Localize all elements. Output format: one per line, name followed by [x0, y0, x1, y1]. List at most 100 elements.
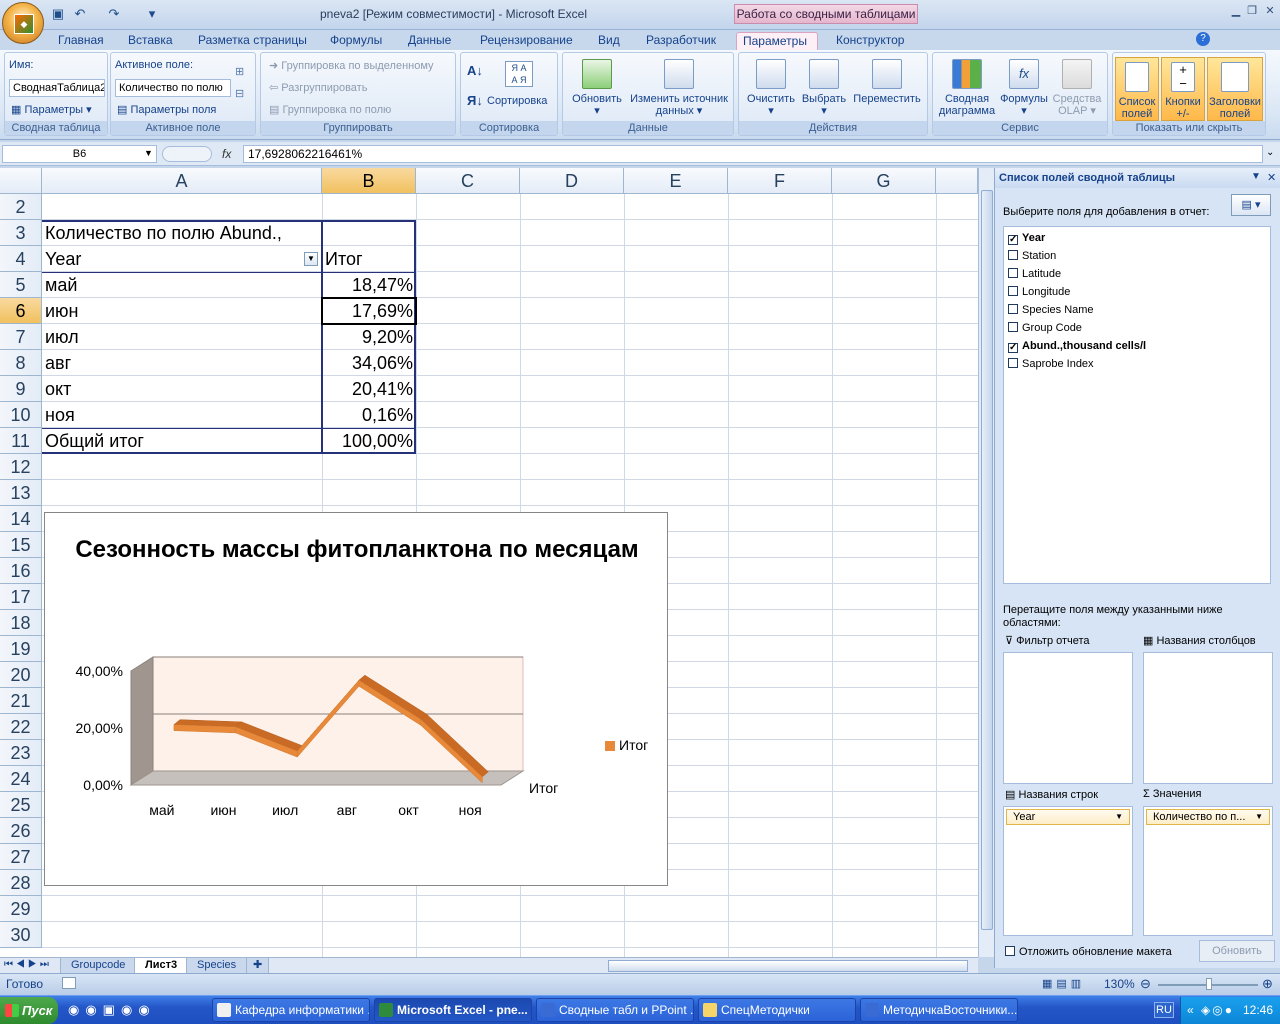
row-header-12[interactable]: 12 — [0, 454, 42, 480]
quick-launch-icons[interactable]: ◉◉▣◉◉ — [68, 1002, 156, 1018]
row-header-9[interactable]: 9 — [0, 376, 42, 402]
row-header-29[interactable]: 29 — [0, 896, 42, 922]
clear-button[interactable]: Очистить ▾ — [743, 59, 799, 117]
column-header-b[interactable]: B — [322, 168, 416, 194]
sheet-tab-list3[interactable]: Лист3 — [134, 958, 189, 974]
field-item[interactable]: Longitude — [1008, 283, 1070, 301]
field-item[interactable]: Latitude — [1008, 265, 1061, 283]
save-icon[interactable]: ▣ — [50, 6, 66, 22]
field-item[interactable]: Species Name — [1008, 301, 1094, 319]
field-list-button[interactable]: Список полей — [1115, 57, 1159, 121]
row-header-4[interactable]: 4 — [0, 246, 42, 272]
tray-icons[interactable]: ◈◎● — [1201, 997, 1234, 1024]
pane-close-icon[interactable]: ✕ — [1267, 171, 1276, 184]
customize-qat-icon[interactable]: ▾ — [144, 6, 160, 22]
group-field-button[interactable]: ▤ Группировка по полю — [269, 103, 391, 116]
name-box-dropdown-icon[interactable]: ▼ — [144, 148, 153, 158]
sort-za-icon[interactable]: Я↓ — [467, 93, 483, 108]
sheet-tab-groupcode[interactable]: Groupcode — [60, 958, 137, 974]
change-source-button[interactable]: Изменить источник данных ▾ — [627, 59, 731, 117]
value-field-count[interactable]: Количество по п... ▼ — [1146, 809, 1270, 825]
select-button[interactable]: Выбрать ▾ — [799, 59, 849, 117]
zoom-in-icon[interactable]: ⊕ — [1262, 976, 1273, 992]
formula-bar-handle[interactable] — [162, 146, 212, 162]
pivot-params-button[interactable]: ▦ Параметры ▾ — [11, 103, 92, 116]
column-header-g[interactable]: G — [832, 168, 936, 194]
pivot-row-label-cell[interactable]: окт — [42, 376, 322, 402]
tab-options[interactable]: Параметры — [736, 32, 818, 50]
row-header-18[interactable]: 18 — [0, 610, 42, 636]
row-header-19[interactable]: 19 — [0, 636, 42, 662]
row-header-2[interactable]: 2 — [0, 194, 42, 220]
pivot-value-cell[interactable]: 34,06% — [322, 350, 416, 376]
pivot-row-label-cell[interactable]: ноя — [42, 402, 322, 428]
column-labels-area[interactable] — [1143, 652, 1273, 784]
formulas-button[interactable]: fx Формулы ▾ — [999, 59, 1049, 117]
close-icon[interactable]: ✕ — [1262, 4, 1278, 18]
row-header-23[interactable]: 23 — [0, 740, 42, 766]
grand-total-value[interactable]: 100,00% — [322, 428, 416, 454]
row-header-25[interactable]: 25 — [0, 792, 42, 818]
sheet-nav-icons[interactable]: ⏮◀▶⏭ — [4, 959, 52, 970]
ungroup-button[interactable]: ⇦ Разгруппировать — [269, 81, 367, 94]
field-item[interactable]: Group Code — [1008, 319, 1082, 337]
chart-legend[interactable]: Итог — [605, 737, 648, 753]
row-header-3[interactable]: 3 — [0, 220, 42, 246]
tab-page-layout[interactable]: Разметка страницы — [192, 32, 313, 50]
tab-data[interactable]: Данные — [402, 32, 457, 50]
tab-formulas[interactable]: Формулы — [324, 32, 388, 50]
sort-az-icon[interactable]: A↓ — [467, 63, 483, 78]
expand-field-icon[interactable]: ⊞ — [235, 65, 244, 78]
tab-review[interactable]: Рецензирование — [474, 32, 579, 50]
name-box[interactable]: B6 — [2, 145, 157, 163]
task-item[interactable]: МетодичкаВосточники... — [860, 998, 1018, 1022]
column-header-c[interactable]: C — [416, 168, 520, 194]
row-header-22[interactable]: 22 — [0, 714, 42, 740]
pivot-chart-button[interactable]: Сводная диаграмма — [935, 59, 999, 117]
group-selection-button[interactable]: ➜ Группировка по выделенному — [269, 59, 434, 72]
olap-tools-button[interactable]: Средства OLAP ▾ — [1049, 59, 1105, 117]
pivot-row-label[interactable]: Year — [42, 246, 322, 272]
row-header-21[interactable]: 21 — [0, 688, 42, 714]
sort-button[interactable]: Сортировка — [487, 95, 547, 107]
zoom-slider-thumb[interactable] — [1206, 978, 1212, 990]
task-item[interactable]: Кафедра информатики ... — [212, 998, 370, 1022]
update-button[interactable]: Обновить — [1199, 940, 1275, 962]
tab-design[interactable]: Конструктор — [830, 32, 910, 50]
expand-formula-icon[interactable]: ⌄ — [1266, 147, 1274, 158]
tab-developer[interactable]: Разработчик — [640, 32, 722, 50]
move-button[interactable]: Переместить — [849, 59, 925, 105]
tab-view[interactable]: Вид — [592, 32, 626, 50]
pivot-name-input[interactable]: СводнаяТаблица2 — [9, 79, 105, 97]
row-header-7[interactable]: 7 — [0, 324, 42, 350]
row-header-27[interactable]: 27 — [0, 844, 42, 870]
layout-options-button[interactable]: ▤ ▾ — [1231, 194, 1271, 216]
field-item[interactable]: Saprobe Index — [1008, 355, 1094, 373]
pivot-row-label-cell[interactable]: авг — [42, 350, 322, 376]
row-header-28[interactable]: 28 — [0, 870, 42, 896]
language-indicator[interactable]: RU — [1154, 1002, 1174, 1018]
pivot-value-header[interactable]: Количество по полю Abund., — [42, 220, 322, 246]
zoom-level[interactable]: 130% — [1104, 977, 1135, 991]
row-header-13[interactable]: 13 — [0, 480, 42, 506]
row-field-year[interactable]: Year ▼ — [1006, 809, 1130, 825]
view-buttons[interactable]: ▦▤▥ — [1042, 977, 1102, 991]
redo-icon[interactable]: ↷ — [106, 6, 122, 22]
pivot-row-label-cell[interactable]: июн — [42, 298, 322, 324]
row-header-14[interactable]: 14 — [0, 506, 42, 532]
insert-sheet-icon[interactable]: ✚ — [246, 958, 270, 974]
row-header-5[interactable]: 5 — [0, 272, 42, 298]
macro-record-icon[interactable] — [62, 977, 76, 989]
pivot-value-cell[interactable]: 18,47% — [322, 272, 416, 298]
row-header-16[interactable]: 16 — [0, 558, 42, 584]
pane-menu-icon[interactable]: ▼ — [1251, 171, 1261, 182]
field-headers-button[interactable]: Заголовки полей — [1207, 57, 1263, 121]
pivot-value-cell[interactable]: 20,41% — [322, 376, 416, 402]
collapse-field-icon[interactable]: ⊟ — [235, 87, 244, 100]
pivot-value-cell[interactable]: 9,20% — [322, 324, 416, 350]
pivot-value-cell[interactable]: 17,69% — [322, 298, 416, 324]
tab-insert[interactable]: Вставка — [122, 32, 179, 50]
tab-home[interactable]: Главная — [52, 32, 110, 50]
vertical-scrollbar[interactable] — [978, 168, 994, 957]
pivot-row-label-cell[interactable]: май — [42, 272, 322, 298]
